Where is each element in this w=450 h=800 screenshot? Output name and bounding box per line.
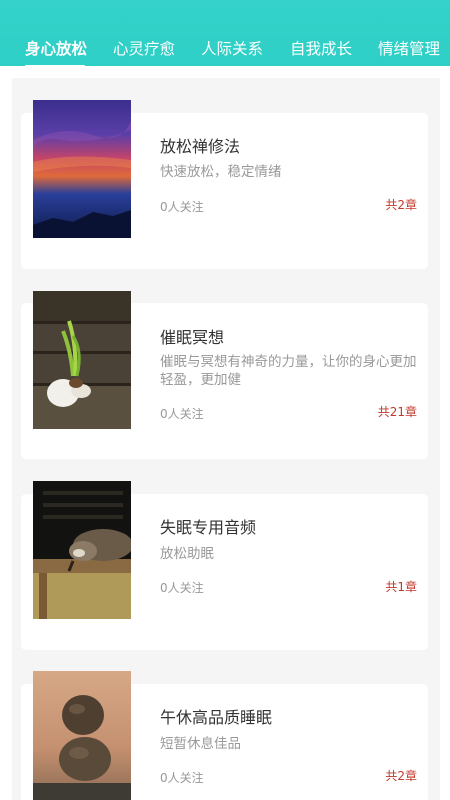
stacked-stones-image xyxy=(33,671,131,800)
sleeping-raccoon-image xyxy=(33,481,131,619)
course-followers: 0人关注 xyxy=(160,771,204,785)
course-thumbnail-stones[interactable] xyxy=(33,671,131,800)
course-chapter-count: 共2章 xyxy=(385,769,417,783)
course-thumbnail-sprout[interactable] xyxy=(33,291,131,429)
course-chapter-count: 共1章 xyxy=(385,580,417,594)
course-title[interactable]: 放松禅修法 xyxy=(160,137,240,157)
tab-soul-healing[interactable]: 心灵疗愈 xyxy=(113,38,175,60)
course-thumbnail-raccoon[interactable] xyxy=(33,481,131,619)
course-title[interactable]: 午休高品质睡眠 xyxy=(160,708,272,728)
course-chapter-count: 共21章 xyxy=(377,405,417,419)
sunset-sky-image xyxy=(33,100,131,238)
course-description: 短暂休息佳品 xyxy=(160,736,241,752)
course-description: 放松助眠 xyxy=(160,546,214,562)
tab-self-growth[interactable]: 自我成长 xyxy=(290,38,352,60)
course-thumbnail-sunset[interactable] xyxy=(33,100,131,238)
course-title[interactable]: 催眠冥想 xyxy=(160,328,224,348)
course-description: 催眠与冥想有神奇的力量，让你的身心更加轻盈，更加健 xyxy=(160,354,417,388)
course-title[interactable]: 失眠专用音频 xyxy=(160,518,256,538)
sprout-eggshell-image xyxy=(33,291,131,429)
tab-relationships[interactable]: 人际关系 xyxy=(201,38,263,60)
tab-emotion-management[interactable]: 情绪管理 xyxy=(378,38,440,60)
course-chapter-count: 共2章 xyxy=(385,198,417,212)
tab-body-mind-relax[interactable]: 身心放松 xyxy=(25,38,87,60)
category-tabs: 身心放松 心灵疗愈 人际关系 自我成长 情绪管理 xyxy=(0,38,450,66)
course-followers: 0人关注 xyxy=(160,407,204,421)
course-followers: 0人关注 xyxy=(160,200,204,214)
course-followers: 0人关注 xyxy=(160,581,204,595)
course-description: 快速放松，稳定情绪 xyxy=(160,164,282,180)
